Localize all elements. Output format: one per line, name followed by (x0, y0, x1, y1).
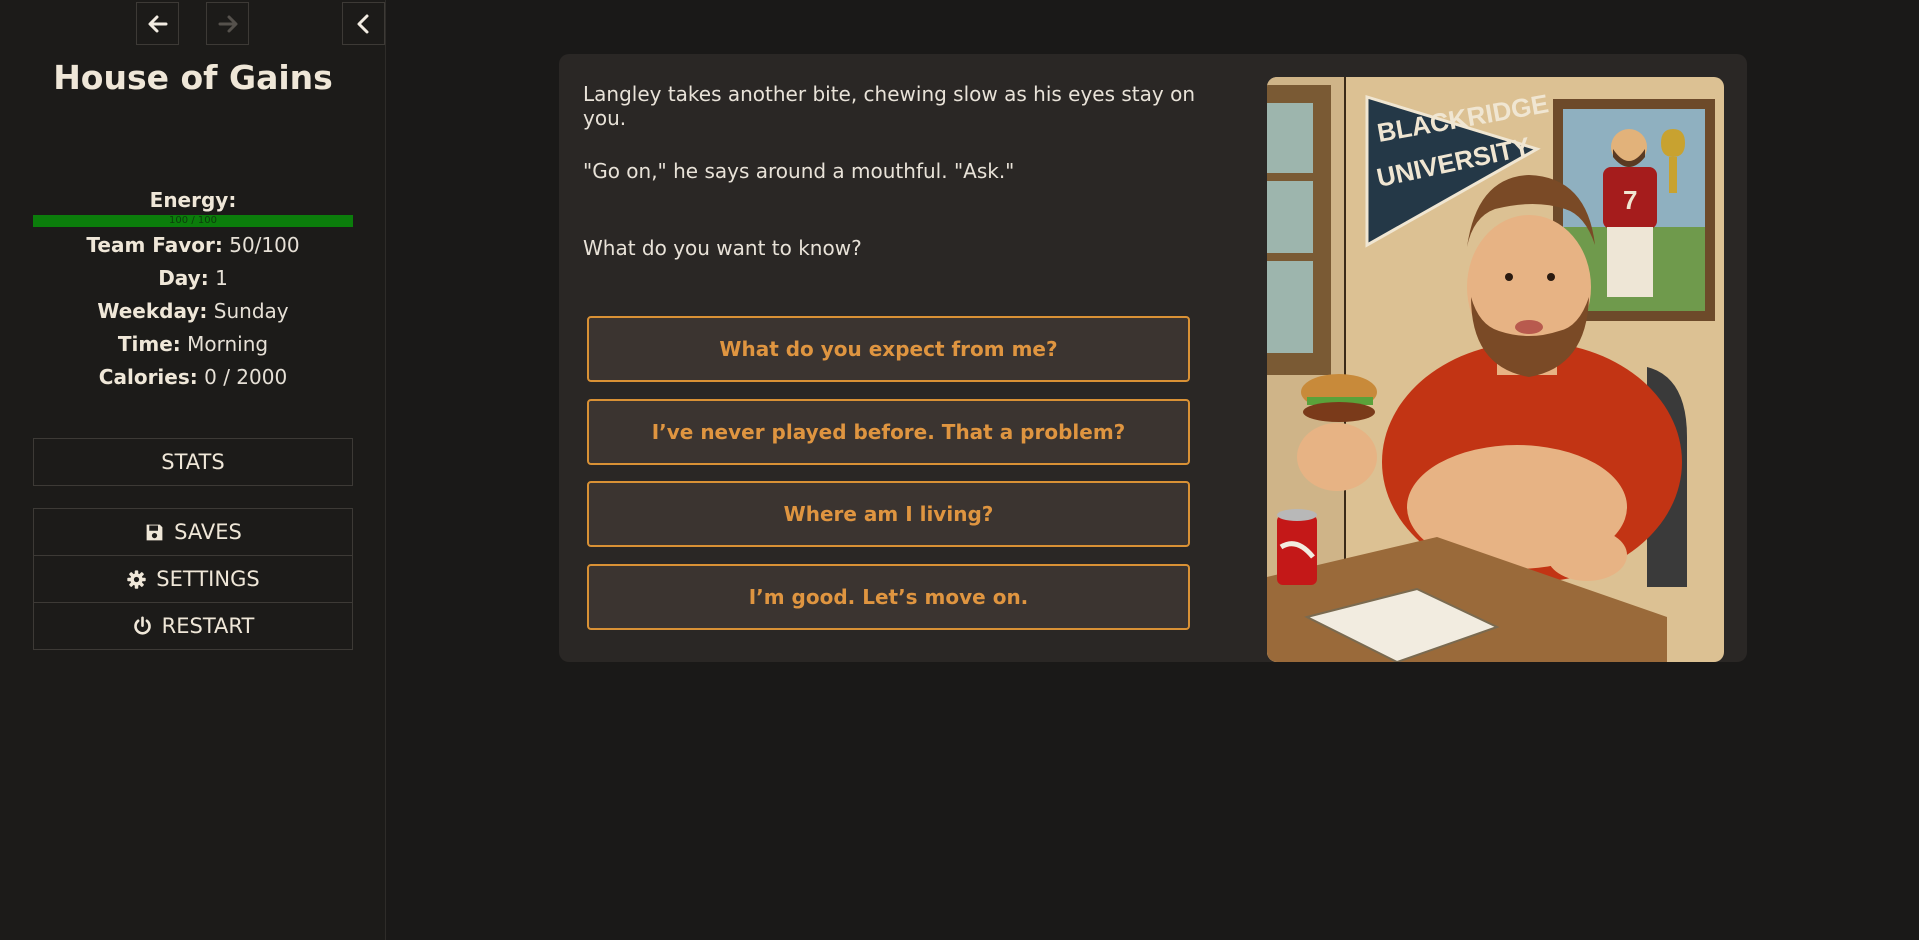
stats-button[interactable]: STATS (33, 438, 353, 486)
choice-move-on[interactable]: I’m good. Let’s move on. (587, 564, 1190, 630)
choice-expect-from-me[interactable]: What do you expect from me? (587, 316, 1190, 382)
stat-day: Day: 1 (0, 266, 386, 290)
stats-button-label: STATS (161, 450, 225, 474)
saves-button[interactable]: SAVES (33, 508, 353, 556)
stat-value: Morning (187, 332, 269, 356)
stat-label: Weekday: (97, 299, 208, 323)
energy-label: Energy: (149, 188, 237, 212)
gear-icon (127, 569, 146, 589)
arrow-left-icon (148, 15, 167, 32)
stat-time: Time: Morning (0, 332, 386, 356)
collapse-sidebar-button[interactable] (342, 2, 385, 45)
game-title: House of Gains (53, 58, 333, 97)
floppy-disk-icon (146, 524, 163, 540)
chevron-left-icon (357, 14, 368, 33)
choice-label: I’ve never played before. That a problem… (651, 420, 1126, 444)
restart-button-label: RESTART (161, 614, 255, 638)
back-button[interactable] (136, 2, 179, 45)
coach-office-illustration: BLACKRIDGE UNIVERSITY 7 (1267, 77, 1724, 662)
stat-label: Time: (117, 332, 181, 356)
restart-button[interactable]: RESTART (33, 602, 353, 650)
scene-illustration: BLACKRIDGE UNIVERSITY 7 (1267, 77, 1724, 662)
choice-label: I’m good. Let’s move on. (748, 585, 1029, 609)
jersey-number: 7 (1623, 185, 1637, 215)
stat-label: Calories: (98, 365, 198, 389)
stat-weekday: Weekday: Sunday (0, 299, 386, 323)
stat-value: 0 / 2000 (204, 365, 288, 389)
arrow-right-icon (218, 15, 237, 32)
choice-where-living[interactable]: Where am I living? (587, 481, 1190, 547)
stat-team-favor: Team Favor: 50/100 (0, 233, 386, 257)
passage-panel: Langley takes another bite, chewing slow… (559, 54, 1747, 662)
sidebar: House of Gains Energy: 100 / 100 Team Fa… (0, 0, 386, 940)
settings-button-label: SETTINGS (156, 567, 260, 591)
saves-button-label: SAVES (174, 520, 242, 544)
choice-never-played[interactable]: I’ve never played before. That a problem… (587, 399, 1190, 465)
settings-button[interactable]: SETTINGS (33, 555, 353, 603)
passage-paragraph: "Go on," he says around a mouthful. "Ask… (583, 159, 1015, 183)
energy-meter-text: 100 / 100 (169, 215, 217, 226)
stat-value: 1 (215, 266, 228, 290)
energy-meter: 100 / 100 (33, 215, 353, 227)
stat-label: Day: (158, 266, 209, 290)
choice-label: Where am I living? (783, 502, 994, 526)
choice-label: What do you expect from me? (719, 337, 1058, 361)
forward-button[interactable] (206, 2, 249, 45)
passage-paragraph: Langley takes another bite, chewing slow… (583, 82, 1195, 130)
stat-calories: Calories: 0 / 2000 (0, 365, 386, 389)
power-icon (133, 615, 151, 635)
stat-label: Team Favor: (86, 233, 223, 257)
passage-paragraph: What do you want to know? (583, 236, 862, 260)
stat-value: Sunday (213, 299, 289, 323)
energy-block: Energy: 100 / 100 (33, 188, 353, 227)
stat-value: 50/100 (229, 233, 300, 257)
